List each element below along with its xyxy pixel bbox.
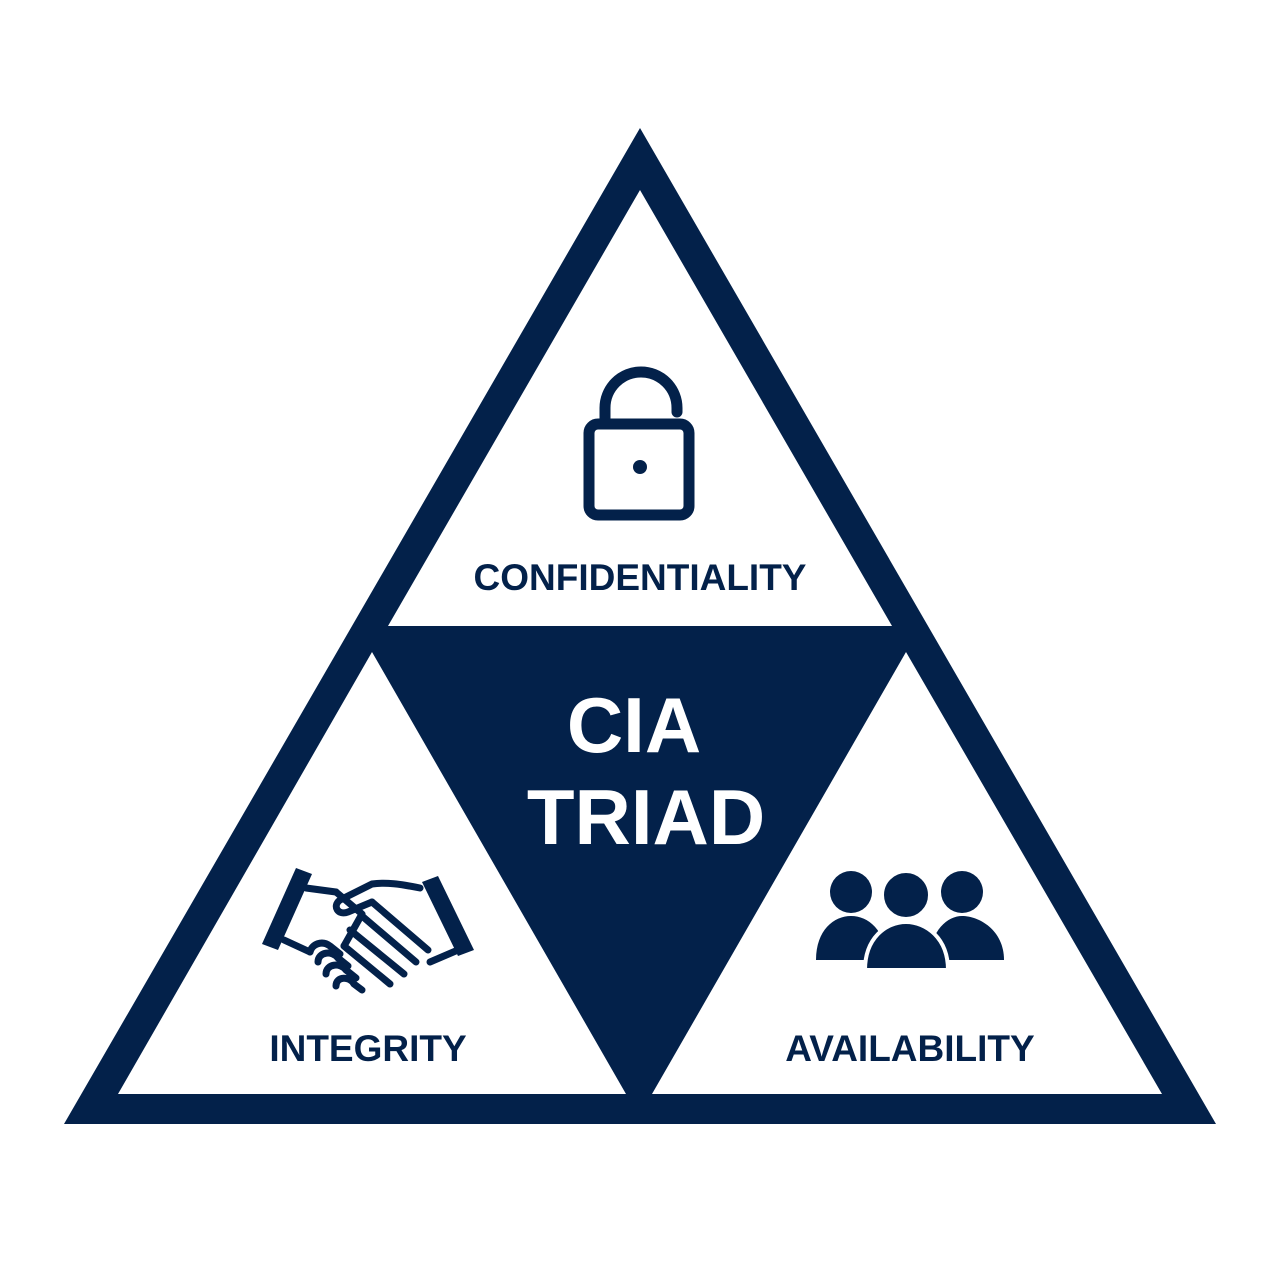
center-title-line1: CIA [567,681,701,769]
confidentiality-label: CONFIDENTIALITY [474,557,807,598]
center-title-line2: TRIAD [527,773,765,861]
integrity-label: INTEGRITY [269,1028,467,1069]
availability-label: AVAILABILITY [785,1028,1035,1069]
people-group-icon [816,869,1004,972]
cia-triad-diagram: CIA TRIAD CONFIDENTIALITY INTEGRITY AVAI… [64,128,1216,1124]
